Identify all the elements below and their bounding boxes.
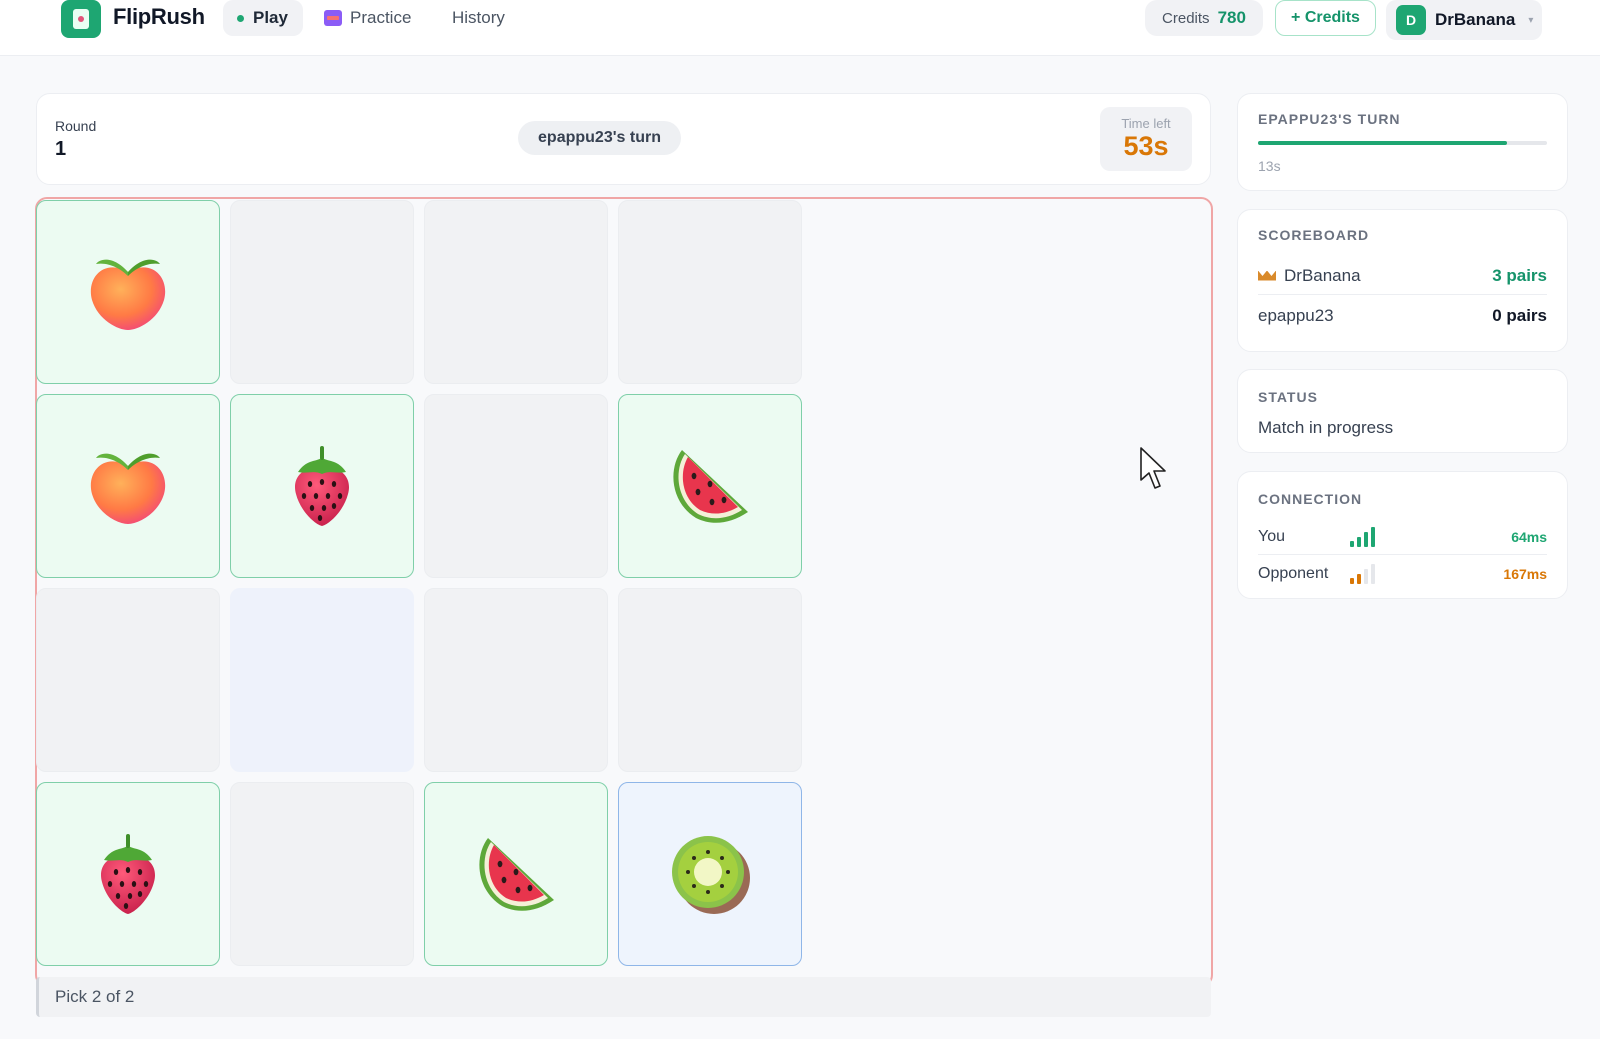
latency-value: 64ms <box>1511 528 1547 545</box>
connection-row-you: You 64ms <box>1258 519 1547 555</box>
crown-icon <box>1258 269 1276 283</box>
player-score: 0 pairs <box>1492 306 1547 325</box>
turn-progress-bar <box>1258 141 1547 145</box>
user-menu-button[interactable]: D DrBanana ▾ <box>1386 0 1542 40</box>
latency-value: 167ms <box>1503 566 1547 582</box>
signal-bar <box>1364 531 1368 547</box>
credits-balance: Credits 780 <box>1145 0 1263 36</box>
peach-icon <box>90 259 166 330</box>
scoreboard-card: SCOREBOARD DrBanana 3 pairs epappu23 0 p… <box>1237 209 1568 352</box>
add-credits-button[interactable]: + Credits <box>1275 0 1376 36</box>
practice-icon <box>324 10 342 26</box>
player-name: epappu23 <box>1258 306 1334 325</box>
signal-bar <box>1371 564 1375 584</box>
nav-play-tab[interactable]: Play <box>223 0 303 36</box>
status-card: STATUS Match in progress <box>1237 369 1568 453</box>
current-turn-badge: epappu23's turn <box>518 121 681 155</box>
signal-bar <box>1364 569 1368 584</box>
pick-status-text: Pick 2 of 2 <box>55 987 135 1006</box>
connection-title: CONNECTION <box>1258 491 1363 507</box>
signal-bars-icon <box>1350 526 1375 547</box>
connection-label: You <box>1258 527 1285 545</box>
credits-label: Credits <box>1162 9 1210 27</box>
round-number: 1 <box>55 138 67 160</box>
card-peach[interactable] <box>36 394 220 578</box>
signal-bar <box>1350 578 1354 584</box>
signal-bar <box>1357 536 1361 547</box>
card-watermelon[interactable] <box>424 782 608 966</box>
watermelon-icon <box>479 838 554 911</box>
time-left-value: 53s <box>1123 131 1169 161</box>
turn-timer-card: EPAPPU23'S TURN 13s <box>1237 93 1568 191</box>
card-facedown[interactable] <box>230 200 414 384</box>
nav-history-tab[interactable]: History <box>452 0 505 36</box>
player-score: 3 pairs <box>1492 265 1547 285</box>
card-peach[interactable] <box>36 200 220 384</box>
kiwi-icon <box>672 836 750 914</box>
nav-practice-label: Practice <box>350 8 412 27</box>
time-left-label: Time left <box>1121 116 1171 131</box>
card-facedown[interactable] <box>618 588 802 772</box>
user-avatar: D <box>1396 5 1426 35</box>
card-facedown[interactable] <box>424 200 608 384</box>
signal-bar <box>1350 540 1354 547</box>
chevron-down-icon: ▾ <box>1528 14 1534 26</box>
turn-timer-title: EPAPPU23'S TURN <box>1258 111 1401 127</box>
signal-bars-icon <box>1350 564 1375 584</box>
nav-practice-tab[interactable]: Practice <box>324 0 411 36</box>
card-facedown[interactable] <box>230 588 414 772</box>
strawberry-icon <box>295 446 349 526</box>
round-label: Round <box>55 118 97 134</box>
connection-row-opponent: Opponent 167ms <box>1258 556 1547 592</box>
card-facedown[interactable] <box>618 200 802 384</box>
card-watermelon[interactable] <box>618 394 802 578</box>
status-text: Match in progress <box>1258 418 1394 437</box>
signal-bar <box>1371 526 1375 547</box>
scoreboard-row: epappu23 0 pairs <box>1258 297 1547 335</box>
strawberry-icon <box>101 834 155 914</box>
top-navigation-bar: FlipRush Play Practice History Credits 7… <box>0 0 1600 56</box>
round-header: Round 1 epappu23's turn Time left 53s <box>36 93 1211 185</box>
mouse-cursor-icon <box>1140 447 1166 489</box>
nav-play-label: Play <box>253 8 288 27</box>
turn-seconds: 13s <box>1258 158 1281 174</box>
status-title: STATUS <box>1258 389 1318 405</box>
brand-name[interactable]: FlipRush <box>113 4 205 30</box>
card-facedown[interactable] <box>424 588 608 772</box>
scoreboard-row: DrBanana 3 pairs <box>1258 257 1547 295</box>
signal-bar <box>1357 574 1361 584</box>
pick-status-bar: Pick 2 of 2 <box>36 977 1211 1017</box>
peach-icon <box>90 453 166 524</box>
player-name: DrBanana <box>1284 265 1361 285</box>
user-name: DrBanana <box>1435 10 1516 29</box>
time-left-box: Time left 53s <box>1100 107 1192 171</box>
card-facedown[interactable] <box>36 588 220 772</box>
game-board <box>35 197 1213 987</box>
fliprush-logo-icon[interactable] <box>61 0 101 38</box>
card-strawberry[interactable] <box>36 782 220 966</box>
card-strawberry[interactable] <box>230 394 414 578</box>
active-dot-icon <box>237 14 244 22</box>
card-kiwi[interactable] <box>618 782 802 966</box>
card-facedown[interactable] <box>424 394 608 578</box>
nav-history-label: History <box>452 8 505 27</box>
connection-card: CONNECTION You 64ms Opponent 167ms <box>1237 471 1568 599</box>
watermelon-icon <box>673 450 748 523</box>
turn-progress-fill <box>1258 141 1507 145</box>
connection-label: Opponent <box>1258 565 1329 582</box>
card-facedown[interactable] <box>230 782 414 966</box>
scoreboard-title: SCOREBOARD <box>1258 227 1370 243</box>
credits-amount: 780 <box>1217 8 1246 27</box>
